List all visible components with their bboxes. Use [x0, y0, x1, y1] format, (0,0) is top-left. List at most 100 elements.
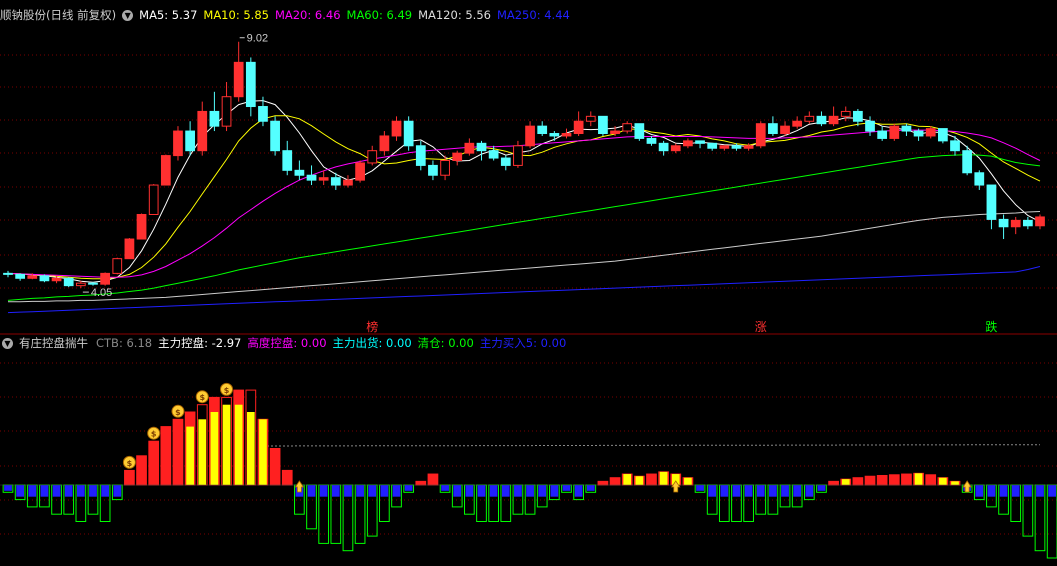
indicator-blue-bar	[999, 485, 1008, 497]
indicator-yellow-bar	[659, 471, 668, 485]
event-tag: 涨	[755, 319, 767, 334]
indicator-blue-bar	[368, 485, 377, 497]
indicator-blue-bar	[586, 485, 595, 491]
indicator-blue-bar	[356, 485, 364, 497]
candle-body	[780, 125, 790, 135]
indicator-blue-bar	[1024, 485, 1032, 497]
candle-body	[15, 273, 26, 279]
indicator-red-bar	[415, 480, 427, 486]
candle-body	[282, 150, 293, 171]
indicator-yellow-bar	[210, 412, 219, 485]
candle-body	[160, 155, 171, 186]
indicator-blue-bar	[732, 485, 741, 497]
candle-body	[185, 130, 195, 152]
candle-body	[646, 137, 657, 144]
indicator-blue-bar	[52, 485, 61, 497]
candle-body	[1035, 216, 1045, 227]
candle-body	[913, 130, 924, 137]
indicator-red-bar	[864, 475, 876, 486]
indicator-red-bar	[427, 473, 439, 486]
indicator-blue-bar	[404, 485, 413, 491]
candle-body	[889, 125, 900, 139]
money-bag-symbol: $	[175, 408, 181, 417]
indicator-red-bar	[646, 473, 657, 486]
candle-body	[51, 277, 62, 282]
indicator-blue-bar	[380, 485, 389, 497]
candle-body	[695, 140, 705, 144]
indicator-red-bar	[148, 440, 160, 486]
indicator-blue-bar	[781, 485, 789, 497]
candle-body	[367, 150, 378, 164]
candle-body	[63, 277, 74, 287]
candle-body	[452, 152, 463, 162]
indicator-red-bar	[888, 474, 900, 486]
indicator-yellow-bar	[841, 479, 850, 485]
indicator-blue-bar	[89, 485, 97, 497]
candle-body	[197, 110, 208, 152]
candle-body	[610, 130, 620, 135]
indicator-blue-bar	[987, 485, 996, 497]
candle-body	[998, 218, 1009, 228]
candle-body	[573, 120, 584, 135]
candle-body	[270, 120, 280, 152]
indicator-blue-bar	[441, 485, 449, 491]
candle-body	[622, 123, 633, 132]
indicator-yellow-bar	[222, 404, 231, 485]
indicator-blue-bar	[319, 485, 328, 497]
candle-body	[258, 106, 268, 122]
candle-body	[173, 130, 183, 157]
ctb-line	[263, 444, 1040, 447]
candle-body	[221, 96, 232, 127]
indicator-blue-bar	[574, 485, 583, 497]
candle-body	[488, 150, 499, 159]
candle-body	[950, 140, 960, 152]
candle-body	[901, 125, 912, 132]
candle-body	[209, 110, 220, 127]
indicator-blue-bar	[720, 485, 729, 497]
candle-body	[136, 213, 147, 240]
indicator-blue-bar	[344, 485, 352, 497]
candle-body	[148, 184, 159, 215]
candle-body	[937, 128, 948, 142]
candle-body	[719, 145, 730, 149]
indicator-blue-bar	[76, 485, 85, 497]
candle-body	[415, 145, 426, 166]
indicator-red-bar	[124, 469, 135, 486]
candle-body	[343, 179, 353, 186]
ma-line-ma10	[7, 115, 1041, 280]
indicator-blue-bar	[550, 485, 559, 497]
candle-body	[962, 150, 973, 174]
candle-body	[1010, 219, 1021, 228]
candle-body	[549, 133, 560, 137]
candle-body	[1022, 219, 1033, 227]
candle-body	[816, 115, 827, 125]
candle-body	[294, 169, 305, 176]
indicator-red-bar	[876, 475, 888, 486]
candle-body	[768, 123, 778, 135]
candle-body	[707, 142, 718, 149]
candle-body	[925, 128, 936, 137]
candle-body	[804, 115, 815, 122]
indicator-blue-bar	[101, 485, 109, 497]
indicator-yellow-bar	[635, 476, 644, 485]
candle-body	[865, 120, 875, 132]
indicator-yellow-bar	[684, 477, 692, 485]
indicator-yellow-bar	[234, 404, 243, 485]
candle-body	[731, 145, 742, 149]
candle-body	[403, 120, 414, 147]
candle-body	[840, 110, 851, 117]
candle-body	[670, 145, 681, 152]
candle-body	[440, 160, 450, 176]
candle-body	[598, 115, 608, 135]
candle-body	[233, 61, 244, 98]
indicator-yellow-bar	[259, 419, 267, 485]
candle-body	[634, 123, 645, 139]
candle-body	[88, 282, 98, 285]
candle-body	[330, 177, 341, 186]
indicator-yellow-bar	[246, 412, 255, 485]
indicator-blue-bar	[562, 485, 571, 491]
candle-body	[683, 140, 693, 147]
kline-chart[interactable]: 9.02 4.05 榜 涨 跌 $ $ $ $ $	[0, 0, 1057, 566]
indicator-red-bar	[828, 480, 839, 486]
indicator-yellow-bar	[623, 474, 632, 485]
